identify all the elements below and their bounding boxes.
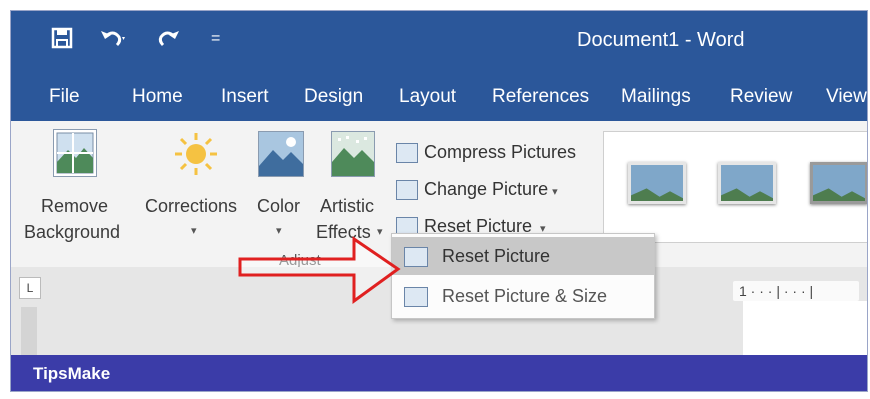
redo-icon[interactable] [157, 27, 181, 54]
tab-selector-icon[interactable]: L [19, 277, 41, 299]
remove-background-icon [53, 129, 97, 177]
menu-item-reset-picture-size[interactable]: Reset Picture & Size [392, 277, 654, 315]
compress-pictures-button[interactable]: Compress Pictures [396, 139, 576, 165]
tab-home[interactable]: Home [132, 85, 183, 109]
red-arrow-annotation [238, 236, 401, 304]
remove-background-label-1: Remove [41, 196, 109, 216]
color-label: Color [257, 196, 301, 216]
picture-styles-gallery [603, 131, 867, 243]
color-picture-icon [258, 131, 304, 177]
reset-picture-icon [404, 247, 428, 267]
save-icon[interactable] [51, 27, 73, 54]
tab-design[interactable]: Design [304, 85, 363, 109]
picture-style-thumb[interactable] [718, 162, 776, 204]
tab-view[interactable]: View [826, 85, 867, 109]
compress-icon [396, 143, 418, 164]
document-page[interactable] [743, 301, 867, 361]
sun-icon [173, 131, 219, 182]
footer-brand: TipsMake [33, 364, 111, 383]
ribbon-tabs: File Home Insert Design Layout Reference… [11, 73, 867, 121]
tab-mailings[interactable]: Mailings [621, 85, 691, 109]
compress-pictures-label: Compress Pictures [424, 142, 577, 162]
window-title: Document1 - Word [577, 29, 745, 51]
reset-picture-menu: Reset Picture Reset Picture & Size [391, 233, 655, 319]
chevron-down-icon: ▾ [552, 186, 558, 198]
customize-qat-icon[interactable]: = [211, 27, 220, 51]
vertical-ruler [21, 307, 37, 355]
menu-item-label: Reset Picture [442, 246, 551, 266]
ruler-marks: 1 · · · | · · · | [739, 283, 814, 299]
reset-picture-size-icon [404, 287, 428, 307]
corrections-label: Corrections [145, 196, 238, 216]
picture-style-thumb[interactable] [810, 162, 867, 204]
tab-insert[interactable]: Insert [221, 85, 269, 109]
picture-style-thumb[interactable] [628, 162, 686, 204]
menu-item-label: Reset Picture & Size [442, 286, 608, 306]
change-picture-icon [396, 180, 418, 201]
undo-icon[interactable] [99, 27, 127, 54]
remove-background-label-2: Background [24, 222, 121, 242]
horizontal-ruler: 1 · · · | · · · | [733, 281, 859, 301]
tab-file[interactable]: File [49, 85, 80, 109]
tab-references[interactable]: References [492, 85, 589, 109]
artistic-effects-icon [331, 131, 375, 177]
tab-layout[interactable]: Layout [399, 85, 456, 109]
word-window: = Document1 - Word File Home Insert Desi… [10, 10, 868, 392]
tab-review[interactable]: Review [730, 85, 792, 109]
artistic-effects-label-1: Artistic [320, 196, 374, 216]
chevron-down-icon: ▾ [191, 225, 197, 237]
footer-bar: TipsMake [11, 355, 867, 391]
menu-item-reset-picture[interactable]: Reset Picture [392, 237, 654, 275]
title-bar: = Document1 - Word [11, 11, 867, 73]
change-picture-button[interactable]: Change Picture ▾ [396, 176, 558, 202]
change-picture-label: Change Picture [424, 179, 549, 199]
